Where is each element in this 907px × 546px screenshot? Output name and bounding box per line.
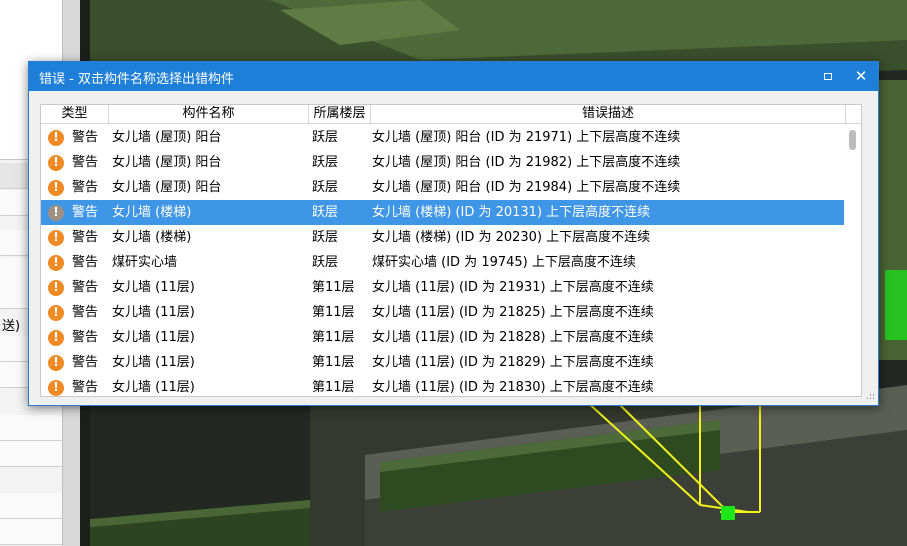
column-header-name[interactable]: 构件名称 xyxy=(109,105,309,124)
row-description: 女儿墙 (11层) (ID 为 21825) 上下层高度不连续 xyxy=(372,305,654,320)
row-description: 女儿墙 (11层) (ID 为 21830) 上下层高度不连续 xyxy=(372,380,654,395)
scrollbar-thumb[interactable] xyxy=(849,130,856,150)
row-type: 警告 xyxy=(72,380,99,395)
warning-icon xyxy=(48,300,64,325)
list-header: 类型 构件名称 所属楼层 错误描述 xyxy=(41,105,861,124)
resize-grip-icon[interactable]: .:: xyxy=(866,393,875,402)
row-type: 警告 xyxy=(72,155,99,170)
row-floor: 跃层 xyxy=(312,230,339,245)
left-panel-row[interactable] xyxy=(0,441,62,467)
column-header-floor[interactable]: 所属楼层 xyxy=(309,105,371,124)
row-description: 女儿墙 (屋顶) 阳台 (ID 为 21971) 上下层高度不连续 xyxy=(372,130,681,145)
maximize-icon xyxy=(824,73,832,80)
warning-icon xyxy=(48,175,64,200)
row-type: 警告 xyxy=(72,230,99,245)
table-row[interactable]: 警告女儿墙 (屋顶) 阳台 跃层 女儿墙 (屋顶) 阳台 (ID 为 21984) … xyxy=(41,175,846,200)
table-row[interactable]: 警告女儿墙 (屋顶) 阳台 跃层 女儿墙 (屋顶) 阳台 (ID 为 21982) … xyxy=(41,150,846,175)
row-floor: 第11层 xyxy=(312,330,355,345)
row-type: 警告 xyxy=(72,205,99,220)
row-description: 女儿墙 (11层) (ID 为 21829) 上下层高度不连续 xyxy=(372,355,654,370)
warning-icon xyxy=(48,350,64,375)
row-type: 警告 xyxy=(72,255,99,270)
row-type: 警告 xyxy=(72,280,99,295)
row-component-name: 女儿墙 (11层) xyxy=(112,305,195,320)
dialog-titlebar[interactable]: 错误 - 双击构件名称选择出错构件 ✕ xyxy=(29,62,878,91)
row-component-name: 女儿墙 (屋顶) 阳台 xyxy=(112,155,222,170)
row-component-name: 女儿墙 (11层) xyxy=(112,280,195,295)
row-component-name: 女儿墙 (楼梯) xyxy=(112,230,192,245)
row-floor: 跃层 xyxy=(312,255,339,270)
row-type: 警告 xyxy=(72,330,99,345)
error-list[interactable]: 类型 构件名称 所属楼层 错误描述 警告女儿墙 (屋顶) 阳台跃层女儿墙 (屋顶… xyxy=(40,104,862,397)
row-description: 煤矸实心墙 (ID 为 19745) 上下层高度不连续 xyxy=(372,255,636,270)
row-floor: 跃层 xyxy=(312,180,339,195)
column-header-type[interactable]: 类型 xyxy=(41,105,109,124)
row-component-name: 女儿墙 (11层) xyxy=(112,330,195,345)
table-row[interactable]: 警告煤矸实心墙 跃层 煤矸实心墙 (ID 为 19745) 上下层高度不连续 xyxy=(41,250,846,275)
table-row[interactable]: 警告女儿墙 (11层) 第11层 女儿墙 (11层) (ID 为 21825) 上下… xyxy=(41,300,846,325)
error-dialog: 错误 - 双击构件名称选择出错构件 ✕ 类型 构件名称 所属楼层 错误描述 警告… xyxy=(28,61,879,406)
row-description: 女儿墙 (楼梯) (ID 为 20230) 上下层高度不连续 xyxy=(372,230,651,245)
warning-icon xyxy=(48,250,64,275)
row-type: 警告 xyxy=(72,355,99,370)
row-component-name: 女儿墙 (屋顶) 阳台 xyxy=(112,130,222,145)
row-description: 女儿墙 (楼梯) (ID 为 20131) 上下层高度不连续 xyxy=(372,205,651,220)
dialog-title: 错误 - 双击构件名称选择出错构件 xyxy=(39,72,234,87)
row-component-name: 女儿墙 (11层) xyxy=(112,355,195,370)
warning-icon xyxy=(48,200,64,225)
row-floor: 跃层 xyxy=(312,130,339,145)
row-type: 警告 xyxy=(72,180,99,195)
row-component-name: 女儿墙 (楼梯) xyxy=(112,205,192,220)
table-row[interactable]: 警告女儿墙 (屋顶) 阳台 跃层 女儿墙 (屋顶) 阳台 (ID 为 21971) … xyxy=(41,125,846,150)
row-component-name: 煤矸实心墙 xyxy=(112,255,178,270)
warning-icon xyxy=(48,125,64,150)
table-row[interactable]: 警告女儿墙 (11层) 第11层 女儿墙 (11层) (ID 为 21828) 上下… xyxy=(41,325,846,350)
warning-icon xyxy=(48,225,64,250)
warning-icon xyxy=(48,150,64,175)
column-header-description[interactable]: 错误描述 xyxy=(371,105,846,124)
row-floor: 第11层 xyxy=(312,380,355,395)
row-description: 女儿墙 (11层) (ID 为 21931) 上下层高度不连续 xyxy=(372,280,654,295)
row-component-name: 女儿墙 (屋顶) 阳台 xyxy=(112,180,222,195)
warning-icon xyxy=(48,325,64,350)
table-row[interactable]: 警告女儿墙 (楼梯) 跃层 女儿墙 (楼梯) (ID 为 20230) 上下层高度不… xyxy=(41,225,846,250)
row-component-name: 女儿墙 (11层) xyxy=(112,380,195,395)
row-type: 警告 xyxy=(72,130,99,145)
left-panel-row[interactable] xyxy=(0,519,62,545)
table-row[interactable]: 警告女儿墙 (11层) 第11层 女儿墙 (11层) (ID 为 21829) 上下… xyxy=(41,350,846,375)
row-type: 警告 xyxy=(72,305,99,320)
maximize-button[interactable] xyxy=(818,66,838,86)
close-button[interactable]: ✕ xyxy=(850,65,872,87)
table-row[interactable]: 警告女儿墙 (11层) 第11层 女儿墙 (11层) (ID 为 21931) 上下… xyxy=(41,275,846,300)
table-row[interactable]: 警告女儿墙 (楼梯) 跃层 女儿墙 (楼梯) (ID 为 20131) 上下层高度不… xyxy=(41,200,846,225)
warning-icon xyxy=(48,375,64,396)
row-floor: 跃层 xyxy=(312,155,339,170)
row-description: 女儿墙 (屋顶) 阳台 (ID 为 21984) 上下层高度不连续 xyxy=(372,180,681,195)
vertical-scrollbar[interactable] xyxy=(844,124,861,396)
row-floor: 第11层 xyxy=(312,305,355,320)
warning-icon xyxy=(48,275,64,300)
table-row[interactable]: 警告女儿墙 (11层) 第11层 女儿墙 (11层) (ID 为 21830) 上下… xyxy=(41,375,846,396)
row-floor: 跃层 xyxy=(312,205,339,220)
row-floor: 第11层 xyxy=(312,355,355,370)
row-floor: 第11层 xyxy=(312,280,355,295)
left-panel-text: 送) xyxy=(2,319,21,334)
row-description: 女儿墙 (屋顶) 阳台 (ID 为 21982) 上下层高度不连续 xyxy=(372,155,681,170)
left-panel-row[interactable] xyxy=(0,415,62,441)
left-panel-row[interactable] xyxy=(0,493,62,519)
row-description: 女儿墙 (11层) (ID 为 21828) 上下层高度不连续 xyxy=(372,330,654,345)
